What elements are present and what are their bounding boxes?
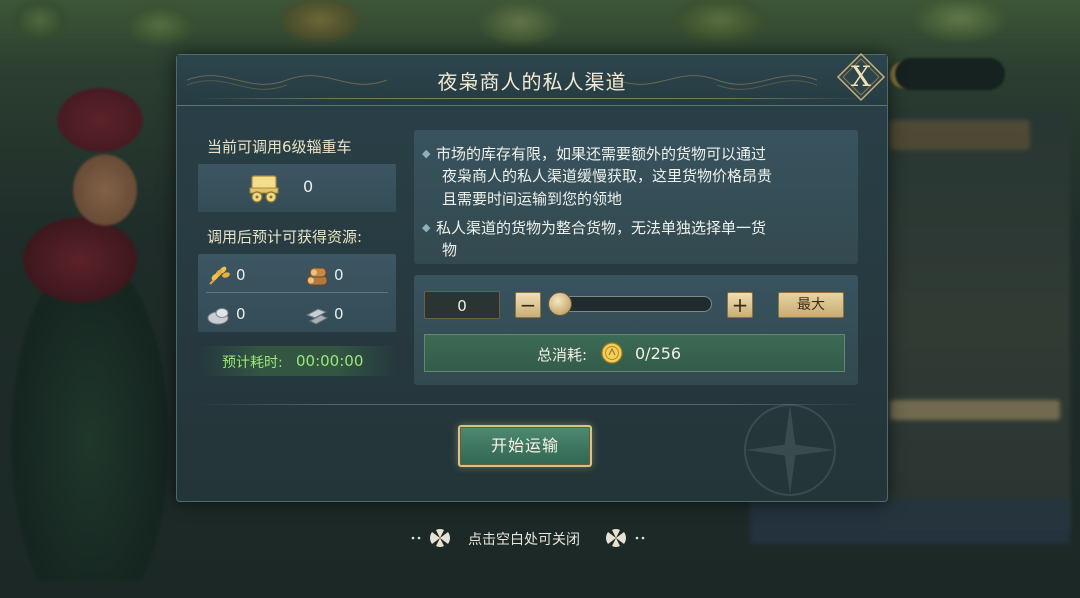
total-cost-bar: 总消耗: 0/256 — [424, 334, 845, 372]
info-text: 私人渠道的货物为整合货物，无法单独选择单一货 — [436, 219, 767, 237]
resources-label: 调用后预计可获得资源: — [207, 228, 363, 246]
diamond-bullet-icon: ◆ — [422, 147, 431, 160]
info-text: 物 — [442, 241, 458, 259]
start-transport-button[interactable]: 开始运输 — [458, 425, 592, 467]
resource-stone: 0 — [206, 300, 296, 330]
decrease-button[interactable]: − — [515, 292, 541, 318]
resource-wood: 0 — [304, 261, 394, 291]
resource-wood-value: 0 — [334, 266, 344, 284]
resource-iron-value: 0 — [334, 305, 344, 323]
resource-stone-value: 0 — [236, 305, 246, 323]
resources-divider — [206, 292, 388, 293]
dialog-header: 夜枭商人的私人渠道 — [177, 55, 887, 106]
diamond-bullet-icon: ◆ — [422, 221, 431, 234]
close-hint: 点击空白处可关闭 — [410, 526, 650, 550]
log-icon — [306, 267, 328, 286]
gold-coin-icon — [601, 342, 623, 364]
slider-handle[interactable] — [548, 292, 572, 316]
info-bullet-1: ◆ 市场的库存有限，如果还需要额外的货物可以通过 — [422, 142, 766, 166]
svg-text:X: X — [851, 60, 871, 93]
quantity-input[interactable]: 0 — [424, 291, 500, 319]
wagon-label: 当前可调用6级辎重车 — [207, 138, 352, 156]
wagon-count: 0 — [303, 177, 314, 196]
wagon-panel: 0 — [198, 164, 396, 212]
dialog-title: 夜枭商人的私人渠道 — [437, 70, 627, 94]
resource-food: 0 — [206, 261, 296, 291]
resources-panel: 0 0 0 0 — [198, 254, 396, 332]
cost-label: 总消耗: — [537, 346, 588, 364]
eta-value: 00:00:00 — [296, 352, 364, 370]
max-button[interactable]: 最大 — [778, 292, 844, 318]
iron-icon — [305, 308, 329, 325]
info-bullet-2: ◆ 私人渠道的货物为整合货物，无法单独选择单一货 — [422, 216, 766, 240]
wagon-icon — [249, 175, 279, 203]
quantity-slider[interactable] — [548, 296, 712, 312]
cost-value: 0/256 — [635, 344, 682, 363]
increase-button[interactable]: + — [727, 292, 753, 318]
info-panel[interactable]: ◆ 市场的库存有限，如果还需要额外的货物可以通过 夜枭商人的私人渠道缓慢获取，这里… — [414, 130, 858, 264]
stone-icon — [207, 308, 229, 325]
close-hint-text: 点击空白处可关闭 — [468, 532, 580, 548]
hint-ornament-left-icon — [411, 529, 450, 547]
info-text: 市场的库存有限，如果还需要额外的货物可以通过 — [436, 145, 767, 163]
close-icon: X — [836, 52, 886, 102]
resource-food-value: 0 — [236, 266, 246, 284]
info-text: 且需要时间运输到您的领地 — [442, 190, 623, 208]
compass-watermark-icon — [744, 404, 836, 496]
hint-ornament-right-icon — [606, 529, 645, 547]
wheat-icon — [209, 266, 230, 285]
eta-bar: 预计耗时: 00:00:00 — [200, 346, 396, 376]
eta-label: 预计耗时: — [222, 355, 283, 371]
info-text: 夜枭商人的私人渠道缓慢获取，这里货物价格昂贵 — [442, 167, 773, 185]
close-button[interactable]: X — [835, 51, 887, 103]
resource-iron: 0 — [304, 300, 394, 330]
